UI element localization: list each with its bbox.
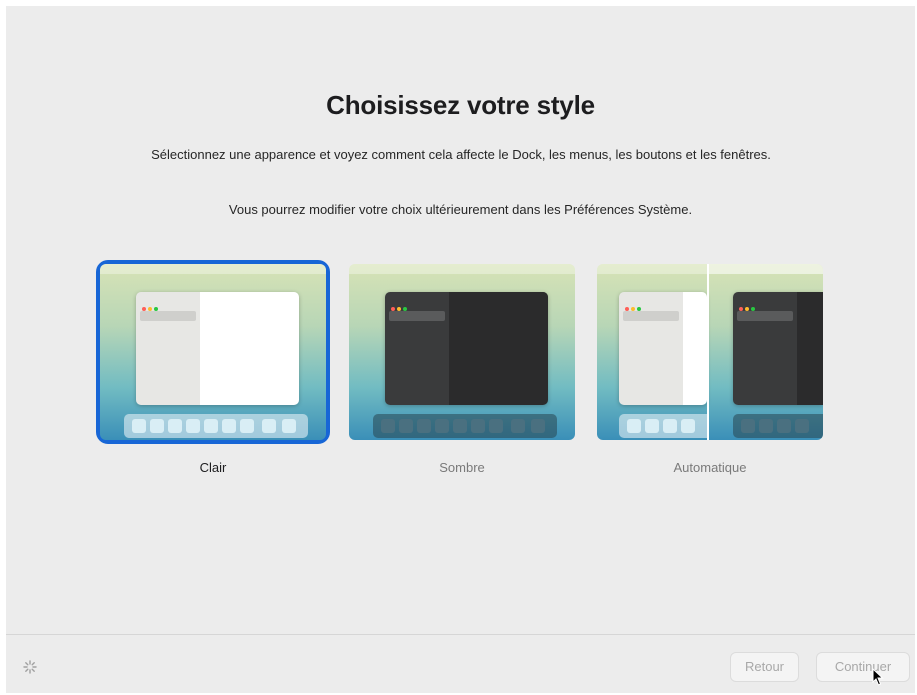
preview-dock xyxy=(373,414,557,438)
dark-preview-image xyxy=(349,264,575,440)
preview-dock-light xyxy=(619,414,707,438)
back-button[interactable]: Retour xyxy=(730,652,799,682)
appearance-option-light[interactable] xyxy=(96,260,330,444)
appearance-option-dark[interactable] xyxy=(349,264,575,440)
preview-window-light xyxy=(619,292,707,405)
preview-window xyxy=(136,292,299,405)
spinner-icon xyxy=(23,660,37,674)
continue-button[interactable]: Continuer xyxy=(816,652,910,682)
page-title: Choisissez votre style xyxy=(326,90,595,120)
option-label-auto[interactable]: Automatique xyxy=(597,460,823,475)
auto-split-divider xyxy=(707,264,709,440)
auto-preview-image xyxy=(597,264,823,440)
preview-dock xyxy=(124,414,308,438)
preview-window-dark xyxy=(733,292,823,405)
preview-dock-dark xyxy=(733,414,823,438)
page-note: Vous pourrez modifier votre choix ultéri… xyxy=(228,202,693,217)
option-label-light[interactable]: Clair xyxy=(100,460,326,475)
light-preview-image xyxy=(100,264,326,440)
appearance-option-auto[interactable] xyxy=(597,264,823,440)
preview-window xyxy=(385,292,548,405)
page-subtitle: Sélectionnez une apparence et voyez comm… xyxy=(151,147,771,162)
setup-window: Choisissez votre style Sélectionnez une … xyxy=(6,6,915,693)
mouse-pointer-icon xyxy=(872,668,884,686)
footer-divider xyxy=(6,634,915,635)
option-label-dark[interactable]: Sombre xyxy=(349,460,575,475)
